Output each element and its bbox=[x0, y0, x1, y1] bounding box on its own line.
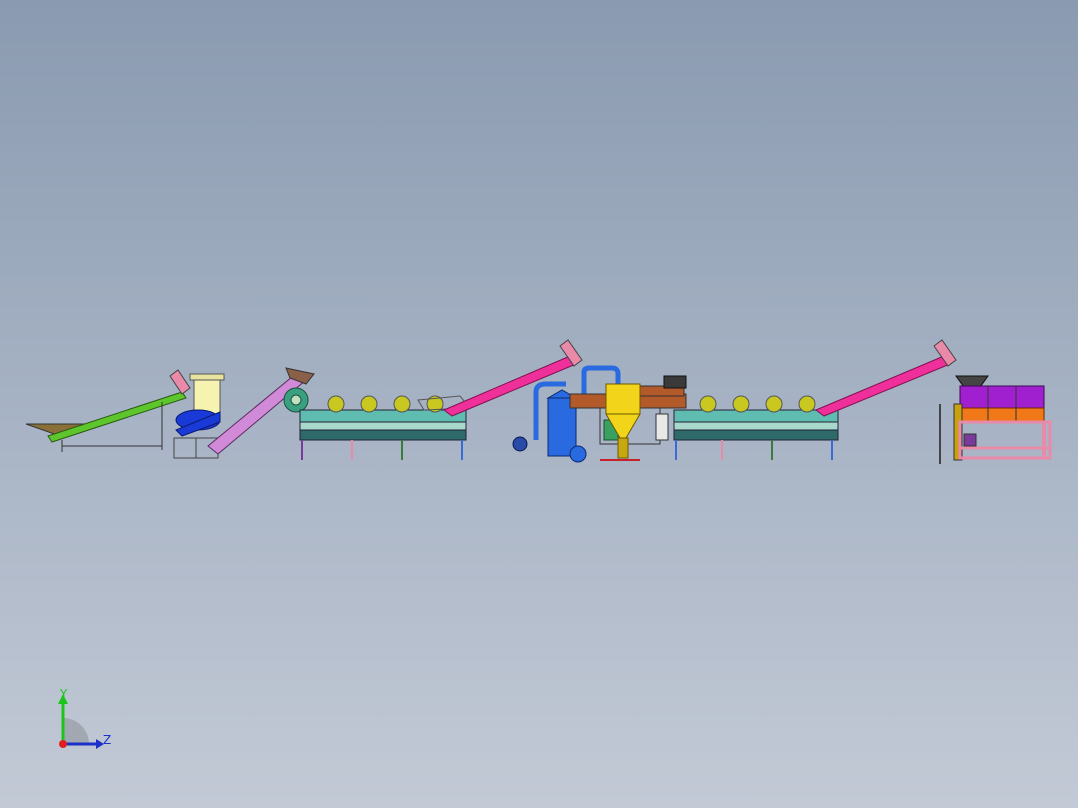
z-axis-label: Z bbox=[103, 733, 111, 747]
triad-quadrant-icon bbox=[63, 718, 89, 744]
origin-dot-icon bbox=[59, 740, 67, 748]
screw-loader[interactable] bbox=[207, 367, 315, 455]
storage-silo[interactable] bbox=[939, 375, 1052, 464]
model-canvas[interactable]: Y Z bbox=[0, 0, 1078, 808]
washing-tank-2[interactable] bbox=[673, 395, 839, 460]
drying-unit[interactable] bbox=[512, 365, 687, 463]
y-axis-label: Y bbox=[59, 687, 68, 701]
washing-tank-1[interactable] bbox=[299, 395, 472, 460]
feed-conveyor[interactable] bbox=[25, 369, 191, 452]
incline-conveyor-2[interactable] bbox=[815, 339, 957, 417]
axis-triad: Y Z bbox=[58, 687, 111, 749]
cad-viewport[interactable]: Y Z bbox=[0, 0, 1078, 808]
